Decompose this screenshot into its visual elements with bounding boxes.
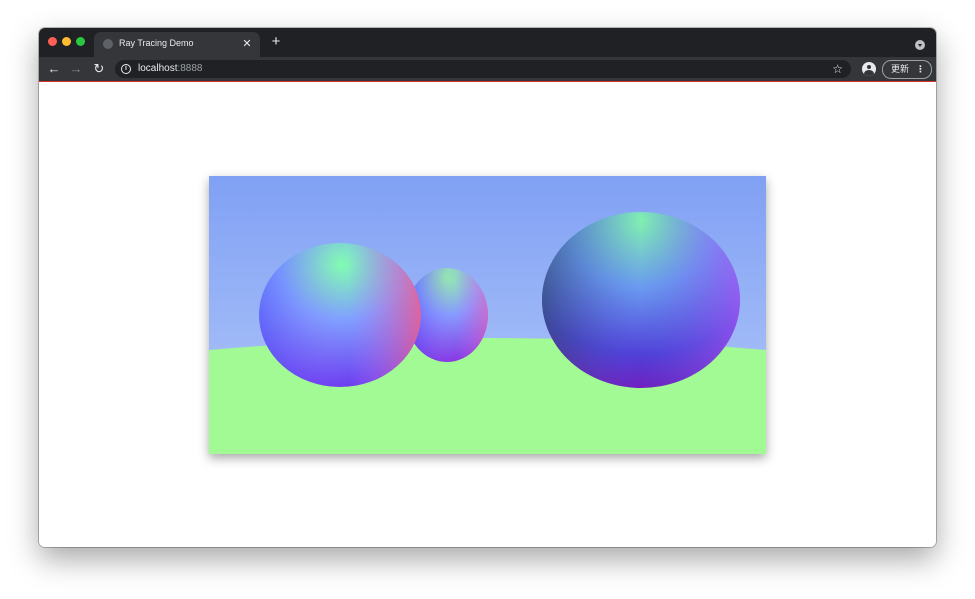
window-maximize-button[interactable] [76, 37, 85, 46]
kebab-menu-icon[interactable]: ⋮ [916, 61, 925, 78]
account-circle-icon[interactable] [862, 62, 876, 76]
window-close-button[interactable] [48, 37, 57, 46]
tab-ray-tracing-demo[interactable]: Ray Tracing Demo ✕ [94, 32, 260, 57]
arrow-right-icon[interactable]: → [67, 60, 85, 78]
sphere-left [259, 243, 421, 387]
render-output [209, 176, 766, 454]
page-viewport [39, 82, 936, 547]
address-bar[interactable]: i localhost:8888 ☆ [115, 60, 851, 78]
url-host: localhost [138, 63, 178, 74]
reload-icon[interactable]: ↻ [90, 60, 108, 78]
tab-title: Ray Tracing Demo [119, 38, 194, 48]
star-icon[interactable]: ☆ [832, 61, 843, 77]
chevron-down-icon[interactable] [915, 40, 925, 50]
sphere-right [542, 212, 740, 388]
url-port: :8888 [177, 63, 203, 74]
tab-strip: Ray Tracing Demo ✕ + [39, 28, 936, 57]
plus-icon[interactable]: + [269, 34, 283, 49]
update-label: 更新 [891, 64, 910, 74]
browser-window: Ray Tracing Demo ✕ + ← → ↻ i localhost:8… [39, 28, 936, 547]
globe-icon [103, 39, 113, 49]
update-button[interactable]: 更新 ⋮ [882, 60, 932, 79]
arrow-left-icon[interactable]: ← [45, 60, 63, 78]
ray-traced-canvas[interactable] [209, 176, 766, 454]
url-text[interactable]: localhost:8888 [138, 63, 203, 74]
browser-toolbar: ← → ↻ i localhost:8888 ☆ 更新 ⋮ [39, 57, 936, 82]
info-icon[interactable]: i [121, 64, 131, 74]
close-icon[interactable]: ✕ [240, 37, 254, 51]
window-minimize-button[interactable] [62, 37, 71, 46]
